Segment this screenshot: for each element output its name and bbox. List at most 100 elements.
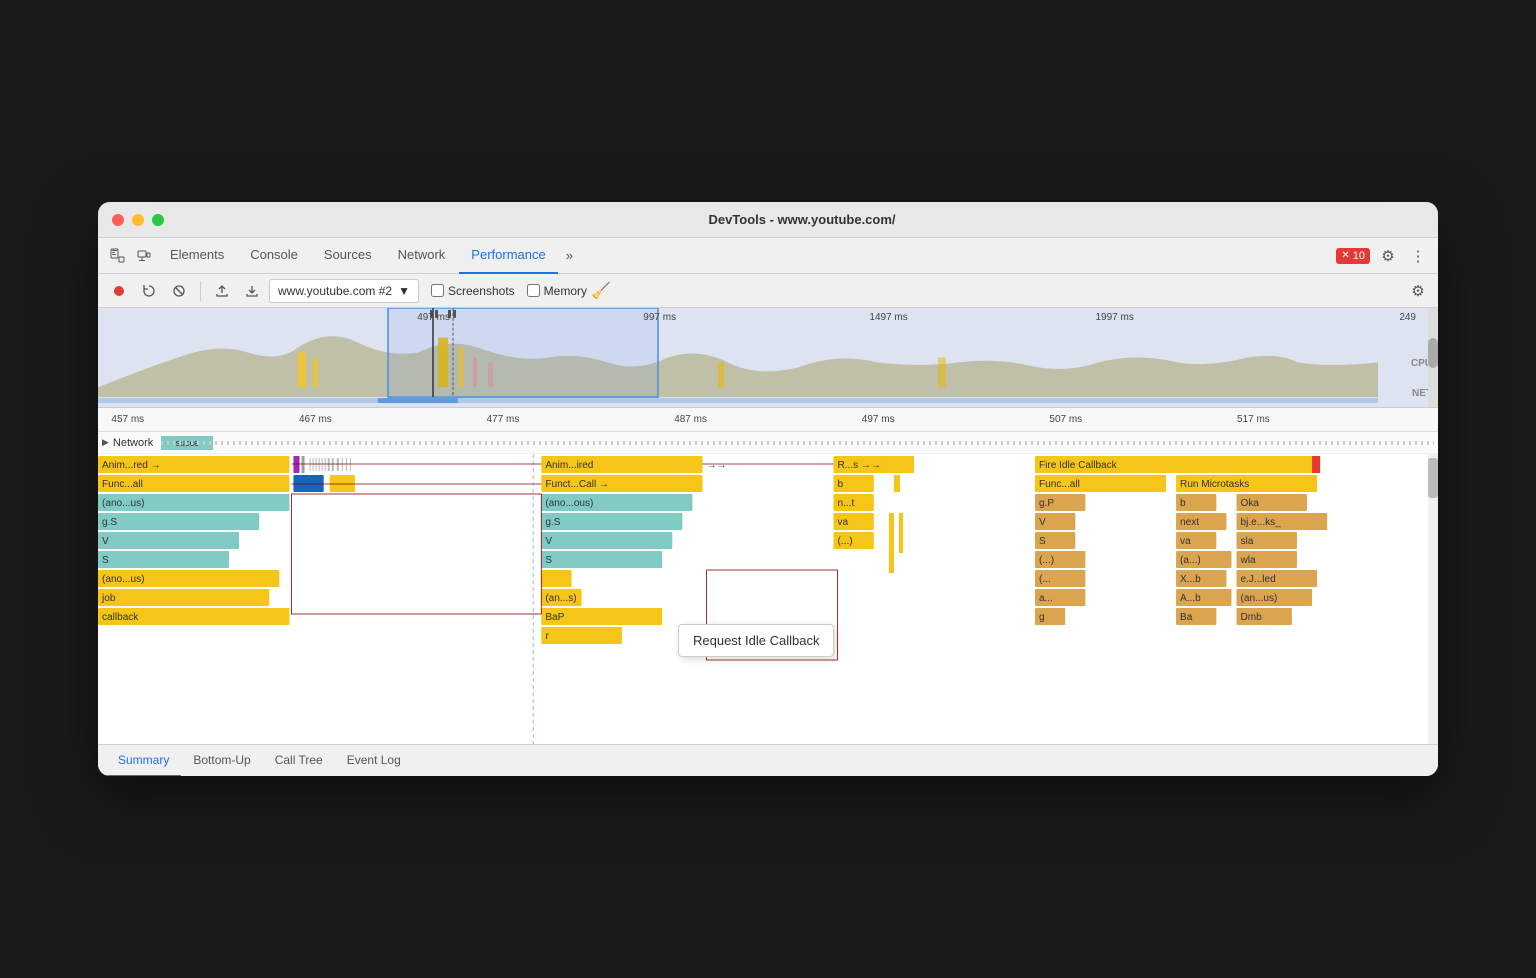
svg-text:(...: (... bbox=[1039, 574, 1051, 585]
ts-507: 507 ms bbox=[1049, 414, 1082, 425]
svg-text:sla: sla bbox=[1241, 536, 1254, 547]
performance-toolbar: www.youtube.com #2 ▼ Screenshots Memory … bbox=[98, 274, 1438, 308]
svg-text:g.S: g.S bbox=[545, 517, 560, 528]
minimize-button[interactable] bbox=[132, 214, 144, 226]
more-tabs-icon[interactable]: » bbox=[560, 248, 579, 263]
error-badge[interactable]: ✕ 10 bbox=[1336, 248, 1370, 264]
svg-text:next: next bbox=[1180, 517, 1199, 528]
screenshots-checkbox[interactable] bbox=[431, 284, 444, 297]
svg-text:→→: →→ bbox=[707, 460, 727, 471]
network-expand-icon[interactable]: ▶ bbox=[102, 437, 109, 448]
screenshots-checkbox-group: Screenshots bbox=[431, 284, 515, 298]
svg-text:V: V bbox=[102, 536, 109, 547]
svg-text:Run Microtasks: Run Microtasks bbox=[1180, 479, 1249, 490]
device-icon[interactable] bbox=[132, 244, 156, 268]
window-title: DevTools - www.youtube.com/ bbox=[180, 212, 1424, 227]
svg-text:Funct...Call →: Funct...Call → bbox=[545, 479, 609, 490]
svg-text:b: b bbox=[1180, 498, 1186, 509]
svg-text:S: S bbox=[102, 555, 109, 566]
svg-text:Fire Idle Callback: Fire Idle Callback bbox=[1039, 460, 1118, 471]
tab-bar: Elements Console Sources Network Perform… bbox=[98, 238, 1438, 274]
memory-checkbox[interactable] bbox=[527, 284, 540, 297]
reload-record-button[interactable] bbox=[136, 278, 162, 304]
memory-checkbox-group: Memory bbox=[527, 284, 587, 298]
url-selector[interactable]: www.youtube.com #2 ▼ bbox=[269, 279, 419, 303]
svg-text:(ano...ous): (ano...ous) bbox=[545, 498, 593, 509]
svg-text:b: b bbox=[838, 479, 844, 490]
tab-summary[interactable]: Summary bbox=[106, 745, 181, 777]
svg-text:Func...all: Func...all bbox=[102, 479, 143, 490]
svg-text:V: V bbox=[1039, 517, 1046, 528]
svg-text:(ano...us): (ano...us) bbox=[102, 574, 144, 585]
svg-text:Dmb: Dmb bbox=[1241, 612, 1263, 623]
network-label: Network bbox=[113, 437, 153, 449]
settings-icon[interactable]: ⚙ bbox=[1376, 244, 1400, 268]
inspect-icon[interactable] bbox=[106, 244, 130, 268]
tooltip-request-idle-callback: Request Idle Callback bbox=[678, 624, 834, 657]
svg-text:e.J...led: e.J...led bbox=[1241, 574, 1276, 585]
traffic-lights bbox=[112, 214, 164, 226]
svg-text:g.P: g.P bbox=[1039, 498, 1054, 509]
ts-457: 457 ms bbox=[111, 414, 144, 425]
more-options-icon[interactable]: ⋮ bbox=[1406, 244, 1430, 268]
brush-icon[interactable]: 🧹 bbox=[591, 281, 611, 301]
devtools-panel: Elements Console Sources Network Perform… bbox=[98, 238, 1438, 776]
tab-bar-right: ✕ 10 ⚙ ⋮ bbox=[1336, 244, 1430, 268]
timeline-overview-chart bbox=[98, 308, 1428, 407]
svg-text:(a...): (a...) bbox=[1180, 555, 1201, 566]
svg-text:n...t: n...t bbox=[838, 498, 855, 509]
devtools-window: DevTools - www.youtube.com/ bbox=[98, 202, 1438, 776]
timeline-scrollbar-thumb[interactable] bbox=[1428, 338, 1438, 368]
svg-text:X...b: X...b bbox=[1180, 574, 1201, 585]
tab-event-log[interactable]: Event Log bbox=[335, 745, 413, 777]
dropdown-icon: ▼ bbox=[398, 284, 410, 298]
timeline-scrollbar[interactable] bbox=[1428, 308, 1438, 407]
toolbar-settings-icon[interactable]: ⚙ bbox=[1406, 279, 1430, 303]
tab-bottom-up[interactable]: Bottom-Up bbox=[181, 745, 262, 777]
svg-text:S: S bbox=[1039, 536, 1046, 547]
maximize-button[interactable] bbox=[152, 214, 164, 226]
svg-text:BaP: BaP bbox=[545, 612, 564, 623]
titlebar: DevTools - www.youtube.com/ bbox=[98, 202, 1438, 238]
svg-text:wla: wla bbox=[1240, 555, 1257, 566]
svg-text:bj.e...ks_: bj.e...ks_ bbox=[1241, 517, 1282, 528]
svg-text:(...): (...) bbox=[838, 536, 853, 547]
svg-text:job: job bbox=[101, 593, 116, 604]
timeline-overview[interactable]: 497 ms 997 ms 1497 ms 1997 ms 249 CPU NE… bbox=[98, 308, 1438, 408]
svg-text:g: g bbox=[1039, 612, 1045, 623]
tab-network[interactable]: Network bbox=[386, 238, 458, 274]
ts-497: 497 ms bbox=[862, 414, 895, 425]
tab-call-tree[interactable]: Call Tree bbox=[263, 745, 335, 777]
download-button[interactable] bbox=[239, 278, 265, 304]
svg-text:A...b: A...b bbox=[1180, 593, 1201, 604]
svg-text:(...): (...) bbox=[1039, 555, 1054, 566]
svg-text:Oka: Oka bbox=[1241, 498, 1260, 509]
flame-chart[interactable]: Anim...red → Func...all bbox=[98, 454, 1438, 744]
tab-console[interactable]: Console bbox=[238, 238, 310, 274]
ts-477: 477 ms bbox=[487, 414, 520, 425]
close-button[interactable] bbox=[112, 214, 124, 226]
svg-text:(an...us): (an...us) bbox=[1241, 593, 1278, 604]
svg-text:callback: callback bbox=[102, 612, 139, 623]
svg-text:S: S bbox=[545, 555, 552, 566]
toolbar-separator bbox=[200, 281, 201, 301]
svg-text:Anim...red →: Anim...red → bbox=[102, 460, 161, 471]
tab-performance[interactable]: Performance bbox=[459, 238, 557, 274]
svg-text:va: va bbox=[1180, 536, 1191, 547]
svg-text:R...s →→: R...s →→ bbox=[838, 460, 882, 471]
network-row: ▶ Network succe bbox=[98, 432, 1438, 454]
bottom-tabs: Summary Bottom-Up Call Tree Event Log bbox=[98, 744, 1438, 776]
upload-button[interactable] bbox=[209, 278, 235, 304]
network-bars: succe bbox=[161, 436, 1434, 450]
ts-467: 467 ms bbox=[299, 414, 332, 425]
tab-sources[interactable]: Sources bbox=[312, 238, 384, 274]
svg-text:Anim...ired: Anim...ired bbox=[545, 460, 593, 471]
svg-text:(an...s): (an...s) bbox=[545, 593, 576, 604]
clear-button[interactable] bbox=[166, 278, 192, 304]
svg-text:Ba: Ba bbox=[1180, 612, 1193, 623]
svg-text:(ano...us): (ano...us) bbox=[102, 498, 144, 509]
tab-elements[interactable]: Elements bbox=[158, 238, 236, 274]
svg-text:a...: a... bbox=[1039, 593, 1053, 604]
ts-517: 517 ms bbox=[1237, 414, 1270, 425]
record-button[interactable] bbox=[106, 278, 132, 304]
